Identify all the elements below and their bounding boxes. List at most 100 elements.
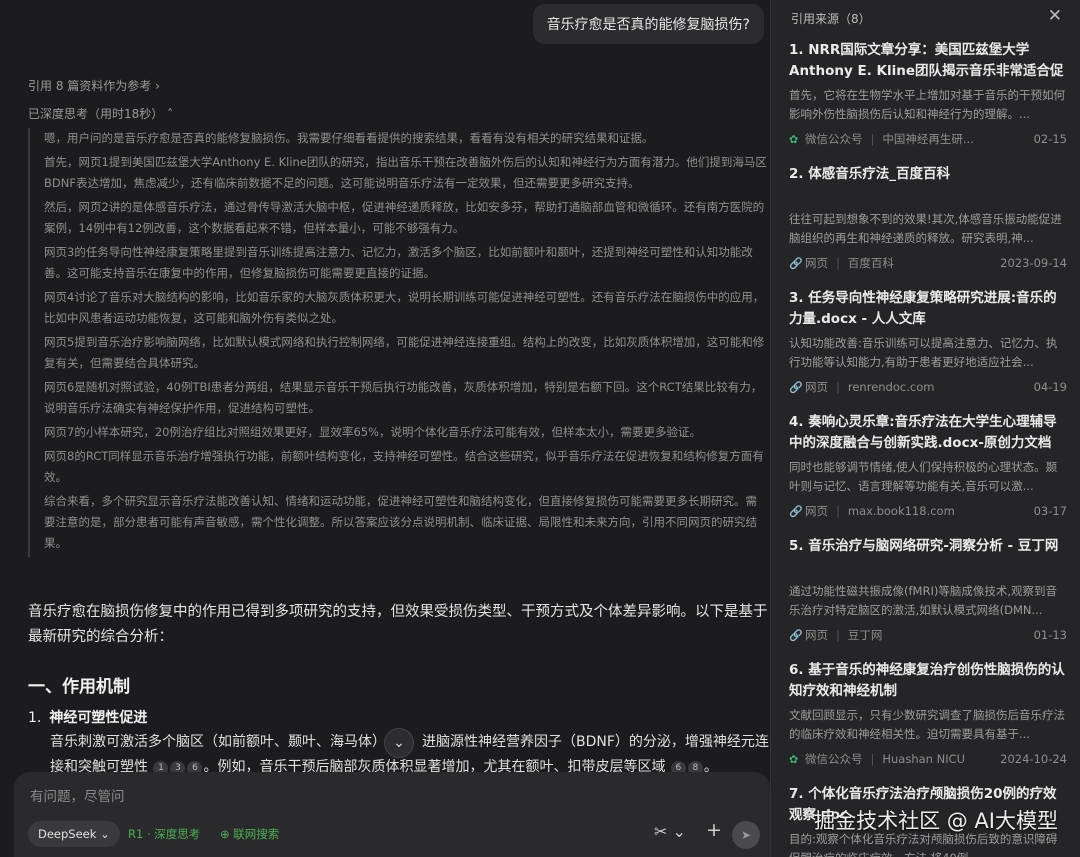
message-input[interactable] (30, 789, 630, 805)
source-snippet: 同时也能够调节情绪,使人们保持积极的心理状态。颞叶则与记忆、语言理解等功能有关,… (789, 460, 1058, 493)
globe-icon: ⊕ (220, 827, 234, 841)
thinking-content: 嗯，用户问的是音乐疗愈是否真的能修复脑损伤。我需要仔细看看提供的搜索结果，看看有… (28, 128, 768, 557)
thinking-paragraph: 网页8的RCT同样显示音乐治疗增强执行功能，前额叶结构变化，支持神经可塑性。结合… (44, 449, 764, 484)
source-site: max.book118.com (847, 504, 955, 518)
chevron-up-icon: ˄ (167, 107, 174, 121)
link-icon: 🔗 (789, 628, 803, 642)
source-title: 5. 音乐治疗与脑网络研究-洞察分析 - 豆丁网 (789, 538, 1059, 554)
source-date: 03-17 (1033, 504, 1067, 518)
link-icon: 🔗 (789, 504, 803, 518)
source-title: 6. 基于音乐的神经康复治疗创伤性脑损伤的认知疗效和神经机制 (789, 662, 1065, 699)
source-site: 百度百科 (847, 256, 894, 270)
thinking-paragraph: 嗯，用户问的是音乐疗愈是否真的能修复脑损伤。我需要仔细看看提供的搜索结果，看看有… (44, 131, 654, 145)
source-title: 1. NRR国际文章分享：美国匹兹堡大学Anthony E. Kline团队揭示… (789, 42, 1064, 79)
close-icon[interactable]: ✕ (1048, 6, 1062, 26)
source-title: 4. 奏响心灵乐章:音乐疗法在大学生心理辅导中的深度融合与创新实践.docx-原… (789, 414, 1057, 451)
divider: | (836, 256, 840, 270)
composer: DeepSeek ⌄ R1 · 深度思考 ⊕ 联网搜索 ✂ ⌄ + ➤ (14, 772, 770, 857)
thinking-paragraph: 网页7的小样本研究，20例治疗组比对照组效果更好，显效率65%，说明个体化音乐疗… (44, 425, 702, 439)
source-meta: 🔗 网页 | max.book118.com 03-17 (789, 503, 1067, 519)
body-text: 音乐刺激可激活多个脑区（如前额叶、颞叶、海马体） (50, 734, 386, 750)
scissors-icon[interactable]: ✂ ⌄ (654, 822, 686, 841)
chevron-right-icon: › (155, 79, 160, 93)
source-type: 网页 (805, 504, 828, 518)
thinking-paragraph: 首先，网页1提到美国匹兹堡大学Anthony E. Kline团队的研究，指出音… (44, 155, 767, 190)
list-number: 1. (28, 710, 42, 726)
source-date: 01-13 (1033, 628, 1067, 642)
source-title: 2. 体感音乐疗法_百度百科 (789, 166, 950, 182)
source-snippet: 通过功能性磁共振成像(fMRI)等脑成像技术,观察到音乐治疗对特定脑区的激活,如… (789, 584, 1057, 617)
source-type: 微信公众号 (805, 132, 863, 146)
watermark: 掘金技术社区 @ AI大模型 (814, 809, 1058, 833)
source-site: 豆丁网 (847, 628, 883, 642)
section-heading: 一、作用机制 (28, 677, 130, 697)
source-site: 中国神经再生研... (882, 132, 974, 146)
source-date: 2024-10-24 (1000, 752, 1067, 766)
list-title-text: 神经可塑性促进 (49, 710, 148, 726)
divider: | (836, 504, 840, 518)
source-type: 网页 (805, 256, 828, 270)
source-item[interactable]: 5. 音乐治疗与脑网络研究-洞察分析 - 豆丁网 通过功能性磁共振成像(fMRI… (771, 536, 1080, 643)
web-search-label: 联网搜索 (233, 827, 280, 841)
source-list: 1. NRR国际文章分享：美国匹兹堡大学Anthony E. Kline团队揭示… (771, 40, 1080, 857)
wechat-icon: ✿ (789, 752, 799, 766)
source-meta: ✿ 微信公众号 | 中国神经再生研... 02-15 (789, 131, 1067, 147)
source-meta: 🔗 网页 | renrendoc.com 04-19 (789, 379, 1067, 395)
thinking-paragraph: 综合来看，多个研究显示音乐疗法能改善认知、情绪和运动功能，促进神经可塑性和脑结构… (44, 494, 757, 550)
source-type: 网页 (805, 628, 828, 642)
send-arrow-icon: ➤ (740, 828, 752, 842)
citation-sidebar: 引用来源（8） ✕ 1. NRR国际文章分享：美国匹兹堡大学Anthony E.… (770, 0, 1080, 857)
model-label: DeepSeek (38, 827, 97, 841)
thinking-paragraph: 网页4讨论了音乐对大脑结构的影响，比如音乐家的大脑灰质体积更大，说明长期训练可能… (44, 290, 765, 325)
sidebar-title: 引用来源（8） (791, 12, 871, 26)
chevron-down-icon: ⌄ (393, 735, 405, 751)
divider: | (836, 628, 840, 642)
source-meta: 🔗 网页 | 百度百科 2023-09-14 (789, 255, 1067, 271)
source-meta: 🔗 网页 | 豆丁网 01-13 (789, 627, 1067, 643)
deep-think-label: R1 · 深度思考 (128, 827, 201, 841)
thinking-label: 已深度思考（用时18秒） (28, 107, 164, 121)
list-item-title: 1. 神经可塑性促进 (28, 707, 147, 727)
source-site: renrendoc.com (847, 380, 935, 394)
thinking-toggle[interactable]: 已深度思考（用时18秒） ˄ (28, 105, 173, 122)
chevron-down-icon: ⌄ (100, 827, 110, 841)
wechat-icon: ✿ (789, 132, 799, 146)
link-icon: 🔗 (789, 256, 803, 270)
scroll-down-button[interactable]: ⌄ (384, 728, 414, 758)
source-date: 2023-09-14 (1000, 256, 1067, 270)
source-snippet: 往往可起到想象不到的效果!其次,体感音乐振动能促进脑组织的再生和神经递质的释放。… (789, 212, 1062, 245)
source-meta: ✿ 微信公众号 | Huashan NICU 2024-10-24 (789, 751, 1067, 767)
citation-summary-link[interactable]: 引用 8 篇资料作为参考 › (28, 77, 160, 94)
source-item[interactable]: 2. 体感音乐疗法_百度百科 往往可起到想象不到的效果!其次,体感音乐振动能促进… (771, 164, 1080, 271)
source-type: 网页 (805, 380, 828, 394)
citation-summary-label: 引用 8 篇资料作为参考 (28, 79, 152, 93)
source-snippet: 首先，它将在生物学水平上增加对基于音乐的干预如何影响外伤性脑损伤后认知和神经行为… (789, 88, 1065, 121)
web-search-toggle[interactable]: ⊕ 联网搜索 (212, 821, 287, 847)
source-site: Huashan NICU (882, 752, 966, 766)
divider: | (836, 380, 840, 394)
user-message: 音乐疗愈是否真的能修复脑损伤? (532, 4, 764, 44)
link-icon: 🔗 (789, 380, 803, 394)
source-item[interactable]: 1. NRR国际文章分享：美国匹兹堡大学Anthony E. Kline团队揭示… (771, 40, 1080, 147)
source-date: 04-19 (1033, 380, 1067, 394)
source-snippet: 文献回顾显示，只有少数研究调查了脑损伤后音乐疗法的临床疗效和神经相关性。迫切需要… (789, 708, 1065, 741)
source-title: 3. 任务导向性神经康复策略研究进展:音乐的力量.docx - 人人文库 (789, 290, 1057, 327)
deep-think-toggle[interactable]: R1 · 深度思考 (120, 821, 208, 847)
thinking-paragraph: 然后，网页2讲的是体感音乐疗法，通过骨传导激活大脑中枢，促进神经递质释放，比如安… (44, 200, 765, 235)
thinking-paragraph: 网页6是随机对照试验，40例TBI患者分两组，结果显示音乐干预后执行功能改善，灰… (44, 380, 763, 415)
source-type: 微信公众号 (805, 752, 863, 766)
answer-intro: 音乐疗愈在脑损伤修复中的作用已得到多项研究的支持，但效果受损伤类型、干预方式及个… (28, 604, 768, 645)
thinking-paragraph: 网页5提到音乐治疗影响脑网络，比如默认模式网络和执行控制网络，可能促进神经连接重… (44, 335, 765, 370)
source-date: 02-15 (1033, 132, 1067, 146)
divider: | (870, 132, 875, 146)
chat-main: 音乐疗愈是否真的能修复脑损伤? 引用 8 篇资料作为参考 › 已深度思考（用时1… (0, 0, 770, 857)
source-snippet: 认知功能改善:音乐训练可以提高注意力、记忆力、执行功能等认知能力,有助于患者更好… (789, 336, 1058, 369)
thinking-paragraph: 网页3的任务导向性神经康复策略里提到音乐训练提高注意力、记忆力，激活多个脑区，比… (44, 245, 753, 280)
model-selector[interactable]: DeepSeek ⌄ (28, 821, 120, 847)
source-item[interactable]: 4. 奏响心灵乐章:音乐疗法在大学生心理辅导中的深度融合与创新实践.docx-原… (771, 412, 1080, 519)
source-item[interactable]: 6. 基于音乐的神经康复治疗创伤性脑损伤的认知疗效和神经机制 文献回顾显示，只有… (771, 660, 1080, 767)
body-text: 进脑源性神经营养因子（BDNF）的分泌，增强神经元连 (422, 734, 769, 750)
send-button[interactable]: ➤ (732, 821, 760, 849)
plus-icon[interactable]: + (706, 819, 722, 841)
source-item[interactable]: 3. 任务导向性神经康复策略研究进展:音乐的力量.docx - 人人文库 认知功… (771, 288, 1080, 395)
